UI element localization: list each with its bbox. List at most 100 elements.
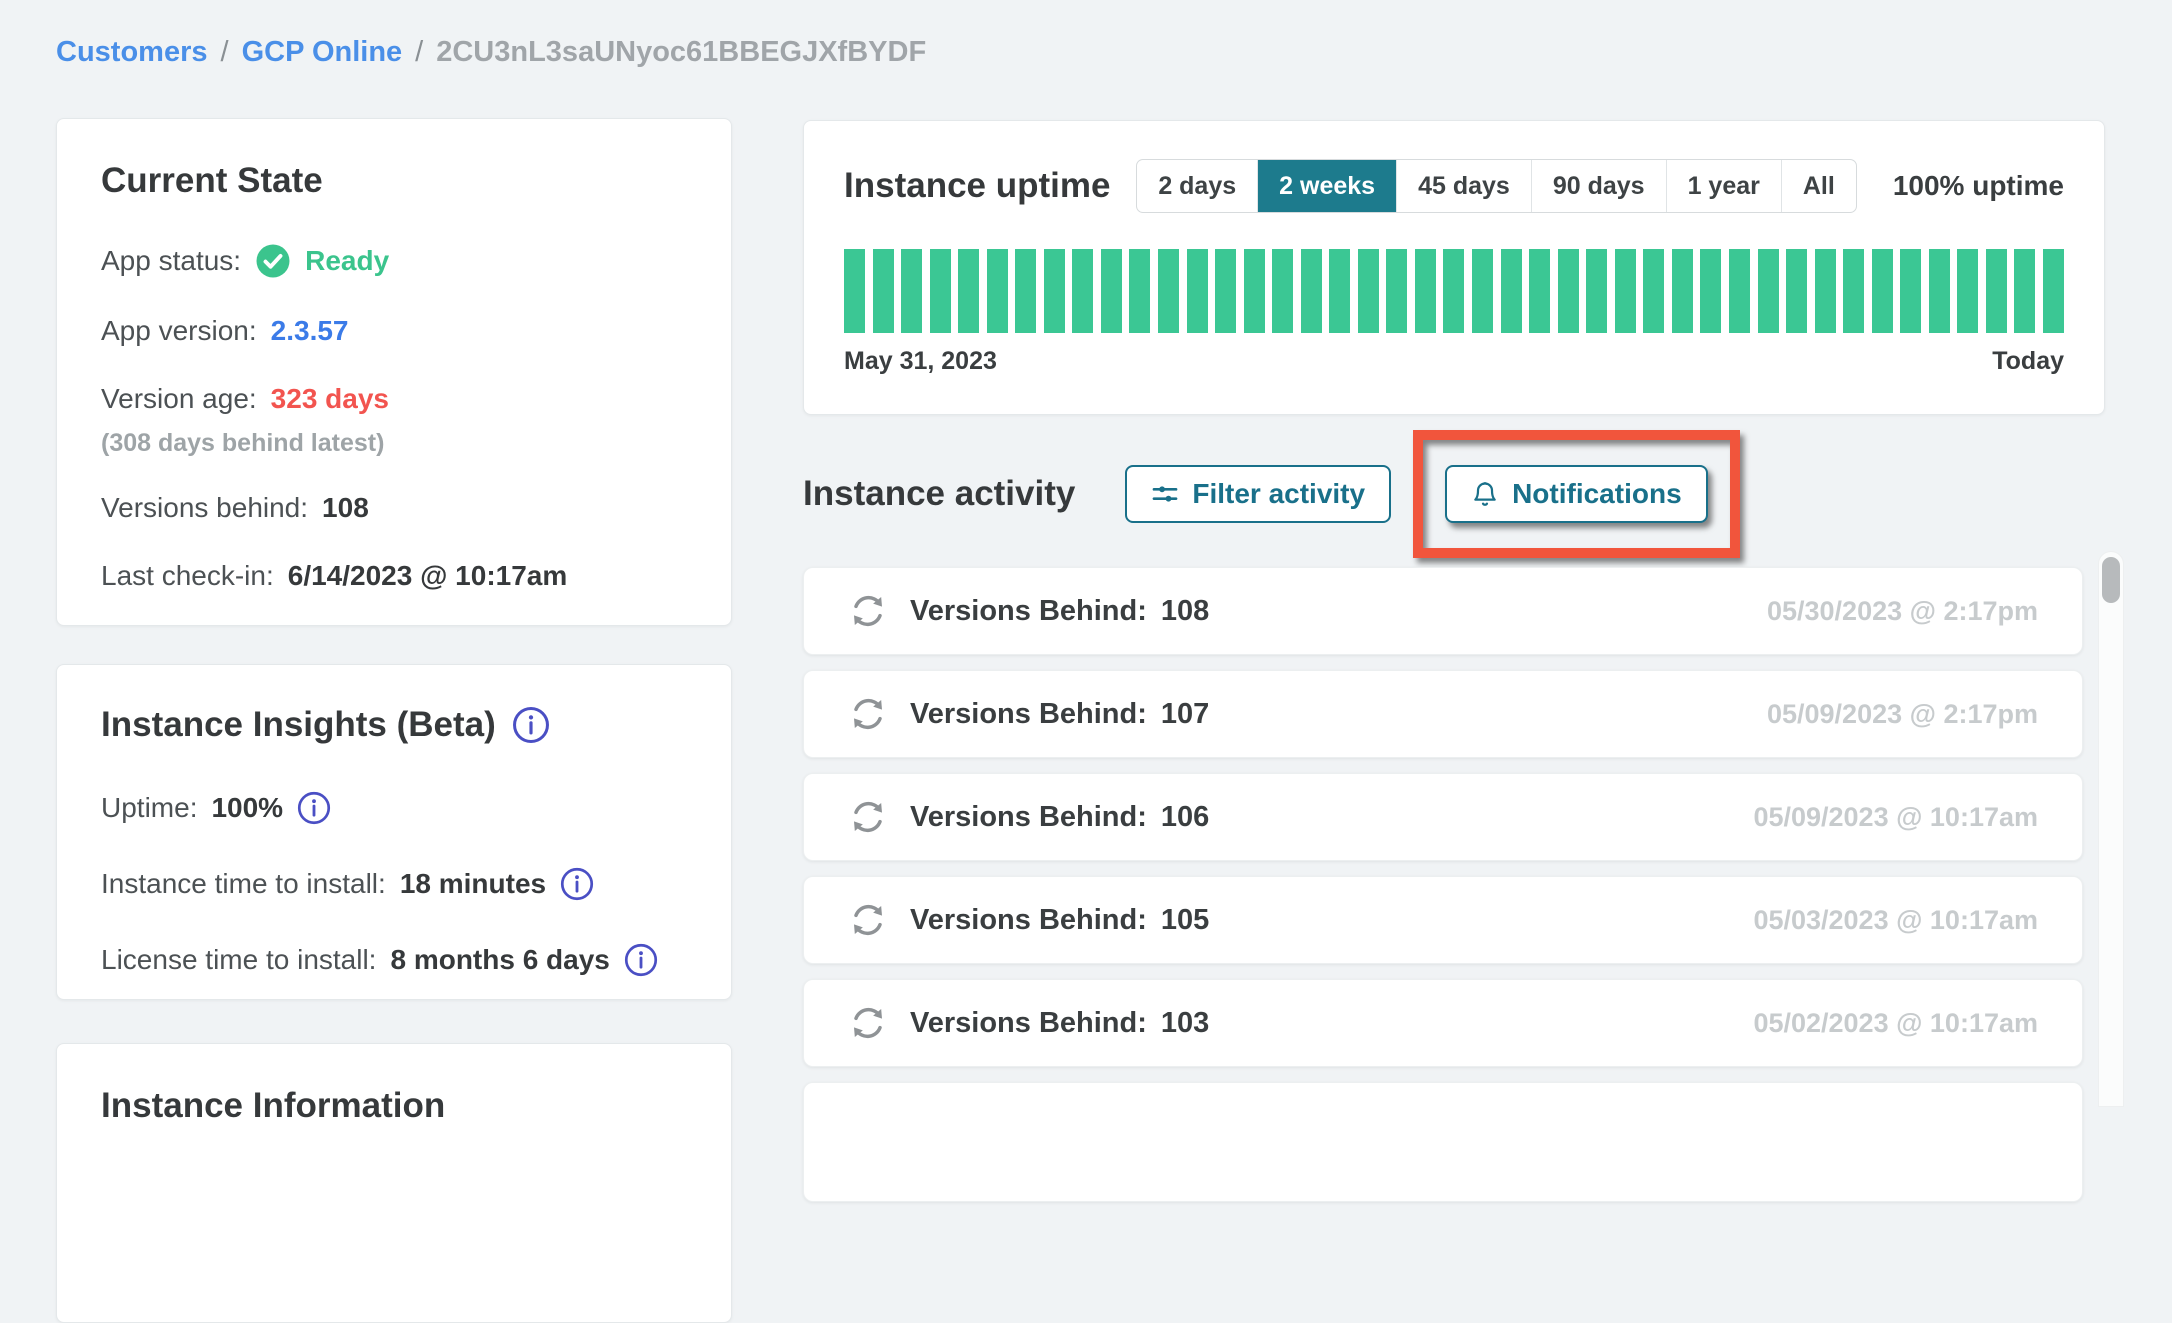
info-icon[interactable]: [560, 867, 594, 901]
tab-all[interactable]: All: [1781, 160, 1856, 212]
uptime-bar: [1986, 249, 2007, 333]
activity-item-timestamp: 05/09/2023 @ 10:17am: [1753, 802, 2038, 833]
activity-item-value: 103: [1161, 1007, 1209, 1040]
list-item-partial[interactable]: [803, 1082, 2083, 1202]
uptime-bar: [1529, 249, 1550, 333]
annotation-highlight-box: Notifications: [1413, 430, 1740, 558]
list-item[interactable]: Versions Behind: 103 05/02/2023 @ 10:17a…: [803, 979, 2083, 1067]
uptime-bar: [1215, 249, 1236, 333]
tab-2-days[interactable]: 2 days: [1137, 160, 1257, 212]
activity-header: Instance activity Filter activity Notifi…: [803, 462, 2105, 526]
app-status-label: App status:: [101, 245, 241, 277]
instance-information-title: Instance Information: [101, 1086, 687, 1126]
uptime-bar: [1729, 249, 1750, 333]
current-state-title: Current State: [101, 161, 687, 201]
list-item[interactable]: Versions Behind: 108 05/30/2023 @ 2:17pm: [803, 567, 2083, 655]
uptime-bar: [1072, 249, 1093, 333]
refresh-icon: [848, 1003, 888, 1043]
uptime-summary: 100% uptime: [1893, 170, 2064, 202]
uptime-bar: [1786, 249, 1807, 333]
license-install-row: License time to install: 8 months 6 days: [101, 943, 687, 977]
uptime-bar: [1643, 249, 1664, 333]
activity-list: Versions Behind: 108 05/30/2023 @ 2:17pm…: [803, 567, 2083, 1217]
uptime-bar: [1558, 249, 1579, 333]
last-checkin-value: 6/14/2023 @ 10:17am: [288, 560, 568, 592]
uptime-label: Uptime:: [101, 792, 197, 824]
uptime-bar: [1900, 249, 1921, 333]
uptime-bar: [1615, 249, 1636, 333]
tab-2-weeks[interactable]: 2 weeks: [1257, 160, 1396, 212]
tab-45-days[interactable]: 45 days: [1396, 160, 1531, 212]
uptime-bar: [1244, 249, 1265, 333]
uptime-bar: [1187, 249, 1208, 333]
uptime-range-tabs: 2 days 2 weeks 45 days 90 days 1 year Al…: [1136, 159, 1857, 213]
uptime-bar: [1329, 249, 1350, 333]
app-status-row: App status: Ready: [101, 243, 687, 279]
uptime-bar: [1415, 249, 1436, 333]
uptime-bar: [1044, 249, 1065, 333]
list-item[interactable]: Versions Behind: 105 05/03/2023 @ 10:17a…: [803, 876, 2083, 964]
activity-item-value: 107: [1161, 698, 1209, 731]
uptime-bar: [1843, 249, 1864, 333]
list-item[interactable]: Versions Behind: 107 05/09/2023 @ 2:17pm: [803, 670, 2083, 758]
activity-item-timestamp: 05/30/2023 @ 2:17pm: [1767, 596, 2038, 627]
sliders-icon: [1151, 480, 1179, 508]
notifications-button[interactable]: Notifications: [1445, 465, 1708, 523]
version-age-note: (308 days behind latest): [101, 429, 687, 458]
activity-item-value: 105: [1161, 904, 1209, 937]
activity-scrollbar-track[interactable]: [2098, 551, 2124, 1107]
activity-scrollbar-thumb[interactable]: [2102, 557, 2120, 603]
uptime-bar: [1672, 249, 1693, 333]
version-age-row: Version age: 323 days: [101, 383, 687, 415]
uptime-start-label: May 31, 2023: [844, 347, 997, 376]
uptime-row: Uptime: 100%: [101, 791, 687, 825]
info-icon[interactable]: [624, 943, 658, 977]
app-version-value[interactable]: 2.3.57: [271, 315, 349, 347]
uptime-bar: [2043, 249, 2064, 333]
activity-item-value: 106: [1161, 801, 1209, 834]
uptime-bar: [930, 249, 951, 333]
version-age-value: 323 days: [271, 383, 389, 415]
breadcrumb-separator: /: [221, 36, 229, 69]
filter-activity-button[interactable]: Filter activity: [1125, 465, 1391, 523]
uptime-bars: [844, 249, 2064, 333]
uptime-bar: [1472, 249, 1493, 333]
breadcrumb-separator: /: [415, 36, 423, 69]
uptime-end-label: Today: [1992, 347, 2064, 376]
app-status-value: Ready: [305, 245, 389, 277]
uptime-bar: [1586, 249, 1607, 333]
uptime-bar: [1272, 249, 1293, 333]
breadcrumb-customers-link[interactable]: Customers: [56, 36, 208, 69]
tab-1-year[interactable]: 1 year: [1666, 160, 1781, 212]
breadcrumb-customer-link[interactable]: GCP Online: [242, 36, 403, 69]
filter-activity-label: Filter activity: [1192, 478, 1365, 510]
instance-insights-title: Instance Insights (Beta): [101, 705, 496, 745]
uptime-bar: [1872, 249, 1893, 333]
uptime-bar: [1129, 249, 1150, 333]
uptime-bar: [1929, 249, 1950, 333]
versions-behind-row: Versions behind: 108: [101, 492, 687, 524]
uptime-bar: [1158, 249, 1179, 333]
instance-insights-card: Instance Insights (Beta) Uptime: 100% In…: [56, 664, 732, 1000]
left-column: Current State App status: Ready App vers…: [56, 118, 732, 1323]
uptime-bar: [1301, 249, 1322, 333]
uptime-bar: [901, 249, 922, 333]
activity-item-label: Versions Behind:: [910, 1007, 1147, 1040]
refresh-icon: [848, 591, 888, 631]
bell-icon: [1471, 480, 1499, 508]
uptime-bar: [1700, 249, 1721, 333]
info-icon[interactable]: [512, 706, 550, 744]
app-version-row: App version: 2.3.57: [101, 315, 687, 347]
activity-item-value: 108: [1161, 595, 1209, 628]
version-age-label: Version age:: [101, 383, 257, 415]
instance-install-label: Instance time to install:: [101, 868, 386, 900]
instance-information-card: Instance Information: [56, 1043, 732, 1323]
refresh-icon: [848, 797, 888, 837]
last-checkin-label: Last check-in:: [101, 560, 274, 592]
uptime-bar: [1015, 249, 1036, 333]
activity-item-timestamp: 05/02/2023 @ 10:17am: [1753, 1008, 2038, 1039]
info-icon[interactable]: [297, 791, 331, 825]
list-item[interactable]: Versions Behind: 106 05/09/2023 @ 10:17a…: [803, 773, 2083, 861]
tab-90-days[interactable]: 90 days: [1531, 160, 1666, 212]
check-circle-icon: [255, 243, 291, 279]
